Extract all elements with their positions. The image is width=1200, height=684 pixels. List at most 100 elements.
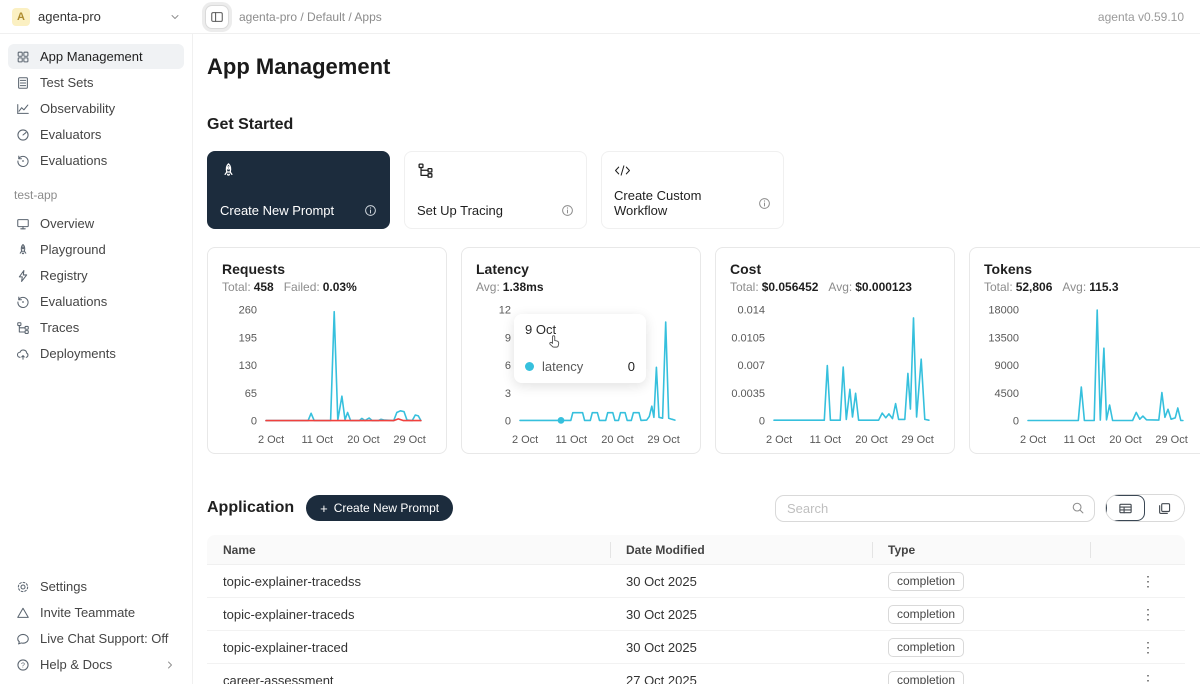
get-started-card-set-up-tracing[interactable]: Set Up Tracing: [404, 151, 587, 229]
chart-stats: Avg:1.38ms: [476, 280, 686, 294]
sidebar-item-evaluations[interactable]: Evaluations: [8, 289, 184, 314]
chart-plot-requests[interactable]: 0651301952602 Oct11 Oct20 Oct29 Oct: [222, 303, 432, 458]
type-cell: completion: [872, 605, 1090, 624]
table-row[interactable]: topic-explainer-traced 30 Oct 2025 compl…: [207, 631, 1185, 664]
get-started-card-label: Create New Prompt: [220, 203, 334, 218]
sidebar-item-app-management[interactable]: App Management: [8, 44, 184, 69]
sidebar-item-label: App Management: [40, 49, 143, 64]
workspace-selector[interactable]: A agenta-pro: [0, 8, 193, 26]
monitor-icon: [16, 217, 30, 231]
history-icon: [16, 295, 30, 309]
svg-text:9000: 9000: [995, 360, 1019, 372]
sidebar: App Management Test Sets Observability E…: [0, 34, 193, 684]
more-actions-icon[interactable]: ⋮: [1141, 573, 1155, 589]
chart-icon: [16, 102, 30, 116]
row-actions-cell: ⋮: [1090, 672, 1185, 684]
workspace-name: agenta-pro: [38, 9, 101, 24]
search-box[interactable]: [775, 495, 1095, 522]
type-cell: completion: [872, 671, 1090, 684]
table-view-button[interactable]: [1106, 495, 1145, 521]
sidebar-item-registry[interactable]: Registry: [8, 263, 184, 288]
get-started-card-label: Create Custom Workflow: [614, 188, 758, 218]
chart-stats: Total:$0.056452 Avg:$0.000123: [730, 280, 940, 294]
chart-plot-tokens[interactable]: 04500900013500180002 Oct11 Oct20 Oct29 O…: [984, 303, 1194, 458]
sidebar-item-label: Traces: [40, 320, 79, 335]
sidebar-item-evaluations[interactable]: Evaluations: [8, 148, 184, 173]
svg-text:20 Oct: 20 Oct: [601, 434, 633, 446]
type-badge: completion: [888, 638, 964, 657]
table-row[interactable]: topic-explainer-tracedss 30 Oct 2025 com…: [207, 565, 1185, 598]
svg-text:195: 195: [239, 332, 257, 344]
svg-text:0: 0: [251, 416, 257, 428]
sidebar-item-settings[interactable]: Settings: [8, 574, 184, 599]
chat-icon: [16, 632, 30, 646]
applications-table: Name Date Modified Type topic-explainer-…: [207, 535, 1185, 684]
sidebar-item-overview[interactable]: Overview: [8, 211, 184, 236]
table-settings-cell: [1090, 535, 1185, 564]
svg-text:0: 0: [1013, 416, 1019, 428]
lightning-icon: [16, 269, 30, 283]
svg-text:0.0105: 0.0105: [731, 332, 765, 344]
search-icon[interactable]: [1071, 501, 1085, 515]
info-icon[interactable]: [758, 197, 771, 210]
view-toggle: [1105, 494, 1185, 522]
chevron-down-icon: [169, 11, 181, 23]
info-icon[interactable]: [364, 204, 377, 217]
get-started-card-create-custom-workflow[interactable]: Create Custom Workflow: [601, 151, 784, 229]
sidebar-item-playground[interactable]: Playground: [8, 237, 184, 262]
create-new-prompt-button[interactable]: + Create New Prompt: [306, 495, 453, 521]
get-started-title: Get Started: [207, 116, 1185, 134]
chart-card-tokens: Tokens Total:52,806 Avg:115.3 0450090001…: [969, 247, 1200, 454]
invite-icon: [16, 606, 30, 620]
svg-text:3: 3: [505, 388, 511, 400]
sidebar-item-traces[interactable]: Traces: [8, 315, 184, 340]
chart-stat: Total:458: [222, 280, 274, 294]
svg-text:29 Oct: 29 Oct: [1155, 434, 1187, 446]
sidebar-item-deployments[interactable]: Deployments: [8, 341, 184, 366]
app-version: agenta v0.59.10: [1098, 10, 1184, 24]
sidebar-item-label: Test Sets: [40, 75, 93, 90]
sidebar-item-invite-teammate[interactable]: Invite Teammate: [8, 600, 184, 625]
chart-plot-cost[interactable]: 00.00350.0070.01050.0142 Oct11 Oct20 Oct…: [730, 303, 940, 458]
chart-stat: Total:$0.056452: [730, 280, 818, 294]
page-title: App Management: [207, 54, 1185, 80]
sidebar-item-label: Evaluators: [40, 127, 101, 142]
more-actions-icon[interactable]: ⋮: [1141, 639, 1155, 655]
svg-text:0: 0: [505, 416, 511, 428]
sidebar-item-observability[interactable]: Observability: [8, 96, 184, 121]
sidebar-collapse-button[interactable]: [205, 5, 229, 29]
svg-text:20 Oct: 20 Oct: [855, 434, 887, 446]
sidebar-item-help-docs[interactable]: ? Help & Docs: [8, 652, 184, 677]
more-actions-icon[interactable]: ⋮: [1141, 672, 1155, 684]
sidebar-item-evaluators[interactable]: Evaluators: [8, 122, 184, 147]
sidebar-item-label: Overview: [40, 216, 94, 231]
more-actions-icon[interactable]: ⋮: [1141, 606, 1155, 622]
date-modified-cell: 30 Oct 2025: [610, 640, 872, 655]
column-header-type: Type: [872, 535, 1090, 564]
sidebar-footer-nav: Settings Invite Teammate Live Chat Suppo…: [8, 574, 184, 678]
chart-stats: Total:458 Failed:0.03%: [222, 280, 432, 294]
chart-title: Cost: [730, 261, 940, 277]
info-icon[interactable]: [561, 204, 574, 217]
svg-text:11 Oct: 11 Oct: [1064, 434, 1096, 446]
svg-text:29 Oct: 29 Oct: [647, 434, 679, 446]
sidebar-item-label: Observability: [40, 101, 115, 116]
svg-text:0.007: 0.007: [737, 360, 765, 372]
get-started-card-create-new-prompt[interactable]: Create New Prompt: [207, 151, 390, 229]
table-row[interactable]: career-assessment 27 Oct 2025 completion…: [207, 664, 1185, 684]
breadcrumb[interactable]: agenta-pro / Default / Apps: [239, 10, 382, 24]
chart-card-latency: Latency Avg:1.38ms 0369122 Oct11 Oct20 O…: [461, 247, 701, 454]
sidebar-item-live-chat-support-off[interactable]: Live Chat Support: Off: [8, 626, 184, 651]
sidebar-item-test-sets[interactable]: Test Sets: [8, 70, 184, 95]
workspace-avatar: A: [12, 8, 30, 26]
tooltip-series-name: latency: [542, 359, 583, 374]
sidebar-app-nav: Overview Playground Registry Evaluations…: [8, 211, 184, 367]
application-header: Application + Create New Prompt: [207, 494, 1185, 522]
get-started-cards: Create New Prompt Set Up Tracing Create …: [207, 151, 1185, 229]
table-row[interactable]: topic-explainer-traceds 30 Oct 2025 comp…: [207, 598, 1185, 631]
search-input[interactable]: [787, 501, 1071, 516]
svg-text:0.014: 0.014: [737, 305, 765, 317]
type-badge: completion: [888, 572, 964, 591]
date-modified-cell: 30 Oct 2025: [610, 607, 872, 622]
card-view-button[interactable]: [1145, 495, 1184, 521]
